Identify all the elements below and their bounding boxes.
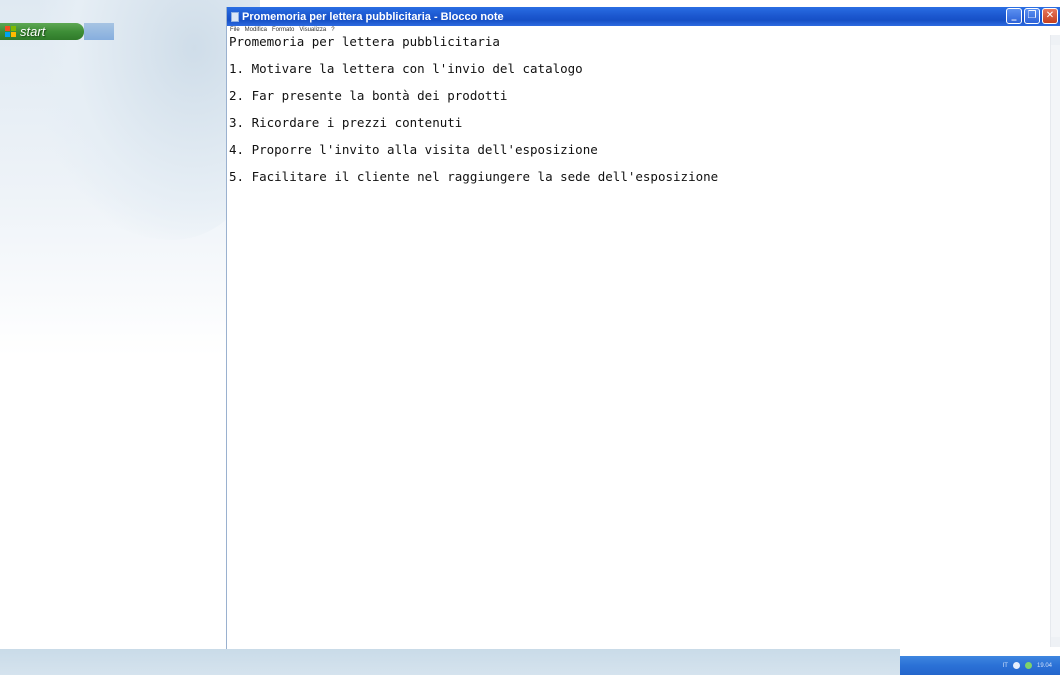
start-label: start bbox=[20, 24, 46, 39]
windows-logo-icon bbox=[5, 26, 16, 37]
minimize-button[interactable]: _ bbox=[1006, 8, 1022, 24]
vertical-scrollbar[interactable] bbox=[1050, 35, 1060, 647]
close-button[interactable]: ✕ bbox=[1042, 8, 1058, 24]
language-indicator[interactable]: IT bbox=[1003, 663, 1008, 669]
restore-button[interactable]: ❐ bbox=[1024, 8, 1040, 24]
scroll-up-arrow[interactable] bbox=[1051, 35, 1060, 45]
text-editor[interactable]: Promemoria per lettera pubblicitaria 1. … bbox=[227, 35, 1051, 647]
scroll-down-arrow[interactable] bbox=[1051, 637, 1060, 647]
document-line: 5. Facilitare il cliente nel raggiungere… bbox=[229, 169, 719, 184]
document-line: 2. Far presente la bontà dei prodotti bbox=[229, 88, 508, 103]
window-title: Promemoria per lettera pubblicitaria - B… bbox=[242, 10, 504, 23]
start-button[interactable]: start bbox=[0, 23, 84, 40]
notepad-window: Promemoria per lettera pubblicitaria - B… bbox=[226, 7, 1060, 649]
taskbar-strip bbox=[84, 23, 114, 40]
document-line: 4. Proporre l'invito alla visita dell'es… bbox=[229, 142, 598, 157]
window-controls: _ ❐ ✕ bbox=[1006, 8, 1058, 24]
title-bar[interactable]: Promemoria per lettera pubblicitaria - B… bbox=[227, 7, 1060, 26]
desktop: start Promemoria per lettera pubblicitar… bbox=[0, 0, 1060, 675]
document-line: 1. Motivare la lettera con l'invio del c… bbox=[229, 61, 583, 76]
desktop-bottom-band bbox=[0, 649, 900, 675]
notepad-icon[interactable] bbox=[231, 11, 239, 22]
document-title-line: Promemoria per lettera pubblicitaria bbox=[229, 34, 500, 49]
system-tray: IT 19.04 bbox=[900, 656, 1060, 675]
volume-icon[interactable] bbox=[1024, 662, 1032, 669]
document-line: 3. Ricordare i prezzi contenuti bbox=[229, 115, 463, 130]
network-icon[interactable] bbox=[1012, 662, 1020, 669]
clock: 19.04 bbox=[1036, 662, 1052, 669]
